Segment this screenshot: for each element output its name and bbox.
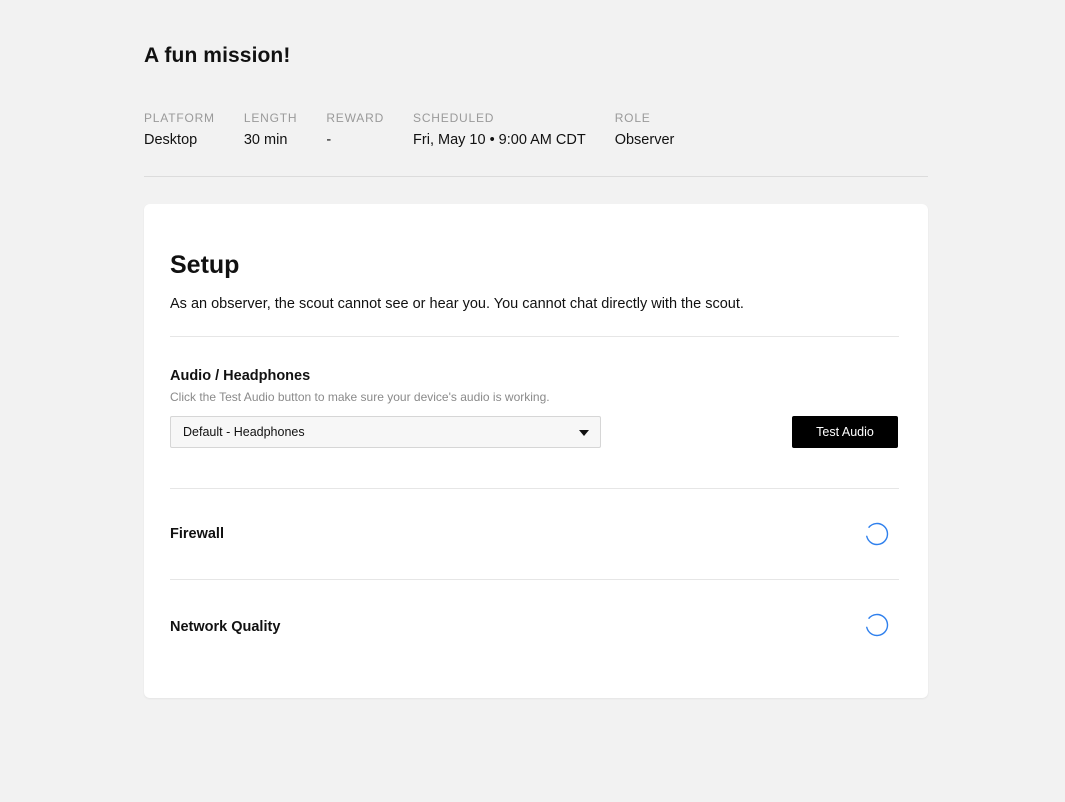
meta-scheduled: SCHEDULED Fri, May 10 • 9:00 AM CDT — [413, 111, 586, 149]
meta-platform: PLATFORM Desktop — [144, 111, 215, 149]
meta-label: ROLE — [614, 111, 651, 125]
loading-spinner-icon — [865, 613, 889, 637]
meta-label: SCHEDULED — [413, 111, 495, 125]
meta-value: Desktop — [144, 132, 198, 148]
meta-label: PLATFORM — [144, 111, 215, 125]
mission-meta: PLATFORM Desktop LENGTH 30 min REWARD - … — [144, 111, 674, 149]
audio-device-select[interactable]: Default - Headphones — [170, 416, 601, 448]
audio-device-selected: Default - Headphones — [183, 425, 305, 439]
loading-spinner-icon — [865, 522, 889, 546]
chevron-down-icon — [579, 430, 589, 436]
meta-length: LENGTH 30 min — [244, 111, 297, 149]
meta-value: - — [326, 132, 332, 148]
firewall-check-label: Firewall — [170, 526, 224, 542]
meta-role: ROLE Observer — [615, 111, 675, 149]
meta-value: Fri, May 10 • 9:00 AM CDT — [413, 132, 586, 148]
meta-value: 30 min — [243, 132, 288, 148]
meta-value: Observer — [614, 132, 675, 148]
setup-description: As an observer, the scout cannot see or … — [170, 296, 744, 312]
network-quality-check-label: Network Quality — [170, 619, 281, 635]
audio-section-title: Audio / Headphones — [170, 368, 311, 384]
section-divider — [170, 488, 899, 489]
header-divider — [144, 176, 928, 177]
section-divider — [170, 579, 899, 580]
test-audio-button[interactable]: Test Audio — [792, 416, 898, 448]
setup-card: Setup As an observer, the scout cannot s… — [144, 204, 928, 698]
section-divider — [170, 336, 899, 337]
mission-title: A fun mission! — [144, 44, 291, 67]
mission-page: A fun mission! PLATFORM Desktop LENGTH 3… — [0, 0, 1065, 802]
meta-label: REWARD — [326, 111, 385, 125]
meta-reward: REWARD - — [326, 111, 384, 149]
meta-label: LENGTH — [243, 111, 298, 125]
audio-section-hint: Click the Test Audio button to make sure… — [170, 390, 550, 404]
setup-title: Setup — [170, 251, 240, 279]
